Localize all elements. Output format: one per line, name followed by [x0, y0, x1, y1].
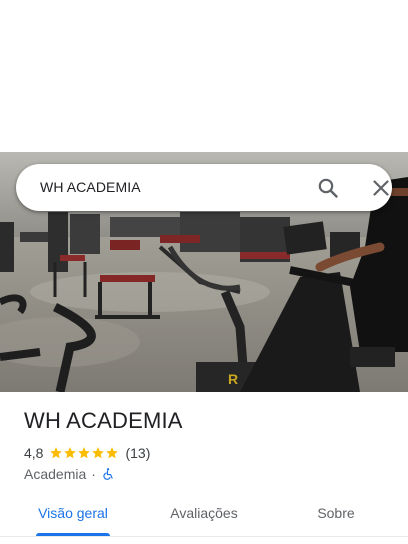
- search-icon[interactable]: [316, 176, 340, 200]
- place-name: WH ACADEMIA: [24, 408, 183, 433]
- star-rating: [49, 446, 119, 460]
- star-icon: [92, 447, 105, 459]
- wheelchair-icon: [103, 468, 113, 480]
- tab-visao-geral[interactable]: Visão geral: [28, 494, 118, 534]
- tabs-divider: [0, 536, 408, 537]
- tab-bar: Visão geral Avaliações Sobre: [0, 494, 408, 536]
- star-icon: [78, 447, 91, 459]
- separator-dot: ·: [91, 466, 96, 482]
- rating-value: 4,8: [24, 445, 44, 461]
- star-icon: [64, 447, 77, 459]
- tab-avaliacoes[interactable]: Avaliações: [158, 494, 250, 534]
- map-blank-area: [0, 0, 408, 152]
- search-bar[interactable]: WH ACADEMIA: [16, 164, 392, 211]
- bike-logo: R: [228, 371, 238, 387]
- star-icon: [106, 447, 119, 459]
- category-row: Academia ·: [24, 465, 115, 483]
- rating-row[interactable]: 4,8 (13): [24, 444, 150, 462]
- tab-sobre[interactable]: Sobre: [306, 494, 366, 534]
- close-icon[interactable]: [369, 176, 393, 200]
- place-category: Academia: [24, 466, 87, 482]
- star-icon: [50, 447, 63, 459]
- search-input[interactable]: WH ACADEMIA: [40, 164, 141, 211]
- review-count[interactable]: (13): [125, 445, 150, 461]
